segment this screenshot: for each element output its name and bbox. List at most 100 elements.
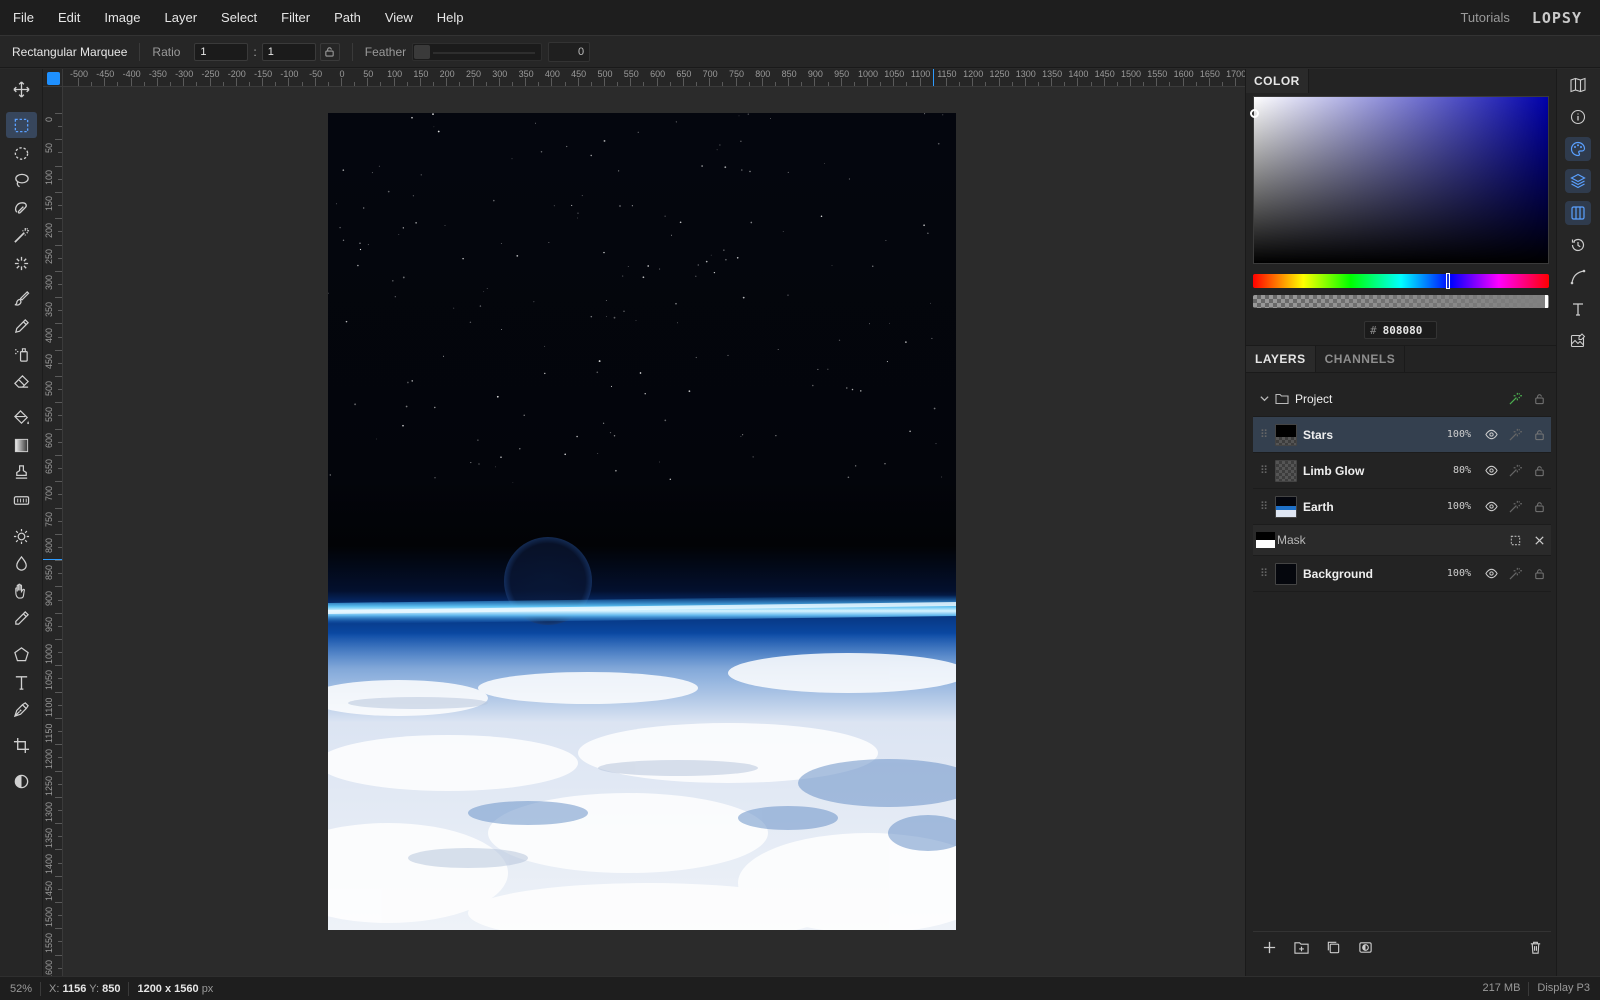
color-picker-tool[interactable] <box>6 605 37 631</box>
hex-value[interactable]: 808080 <box>1383 324 1423 337</box>
layer-opacity[interactable]: 100% <box>1435 568 1471 579</box>
hue-slider[interactable] <box>1253 273 1549 289</box>
dodge-tool[interactable] <box>6 523 37 549</box>
ratio-lock-button[interactable] <box>319 42 340 61</box>
layer-opacity[interactable]: 80% <box>1435 465 1471 476</box>
magic-wand-tool[interactable] <box>6 222 37 248</box>
spray-tool[interactable] <box>6 341 37 367</box>
effects-icon[interactable] <box>1503 459 1527 483</box>
tab-layers[interactable]: LAYERS <box>1246 346 1316 372</box>
delete-layer-button[interactable] <box>1519 934 1551 962</box>
alpha-slider[interactable] <box>1253 295 1549 308</box>
brush-tool[interactable] <box>6 285 37 311</box>
add-mask-button[interactable] <box>1349 934 1381 962</box>
smudge-tool[interactable] <box>6 578 37 604</box>
hue-slider-handle[interactable] <box>1446 273 1450 289</box>
ratio-height-input[interactable]: 1 <box>261 42 316 61</box>
eye-icon[interactable] <box>1479 562 1503 586</box>
move-tool[interactable] <box>6 76 37 102</box>
ruler-origin-marker[interactable] <box>47 72 60 85</box>
lock-icon[interactable] <box>1527 423 1551 447</box>
layer-opacity[interactable]: 100% <box>1435 501 1471 512</box>
menu-edit[interactable]: Edit <box>46 10 92 25</box>
paths-button[interactable] <box>1565 265 1591 289</box>
layer-name[interactable]: Background <box>1303 567 1435 581</box>
menu-file[interactable]: File <box>0 10 46 25</box>
eye-icon[interactable] <box>1479 495 1503 519</box>
layer-name[interactable]: Limb Glow <box>1303 464 1435 478</box>
ratio-width-input[interactable]: 1 <box>194 42 249 61</box>
drag-handle-icon[interactable]: ⠿ <box>1253 500 1275 513</box>
menu-help[interactable]: Help <box>425 10 476 25</box>
info-button[interactable] <box>1565 105 1591 129</box>
color-panel-button[interactable] <box>1565 137 1591 161</box>
healing-tool[interactable] <box>6 487 37 513</box>
clone-stamp-tool[interactable] <box>6 459 37 485</box>
lock-icon[interactable] <box>1527 459 1551 483</box>
menu-filter[interactable]: Filter <box>269 10 322 25</box>
pencil-tool[interactable] <box>6 313 37 339</box>
lock-icon[interactable] <box>1527 495 1551 519</box>
menu-path[interactable]: Path <box>322 10 373 25</box>
gradient-tool[interactable] <box>6 432 37 458</box>
tutorials-link[interactable]: Tutorials <box>1460 10 1509 25</box>
eye-icon[interactable] <box>1479 423 1503 447</box>
effects-icon[interactable] <box>1503 562 1527 586</box>
elliptical-marquee-tool[interactable] <box>6 140 37 166</box>
image-adjust-button[interactable] <box>1565 329 1591 353</box>
layers-panel-button[interactable] <box>1565 169 1591 193</box>
close-icon[interactable] <box>1527 528 1551 552</box>
effects-icon[interactable] <box>1503 495 1527 519</box>
eraser-tool[interactable] <box>6 368 37 394</box>
drag-handle-icon[interactable]: ⠿ <box>1253 464 1275 477</box>
pen-tool[interactable] <box>6 696 37 722</box>
effects-icon[interactable] <box>1503 387 1527 411</box>
eye-icon[interactable] <box>1479 459 1503 483</box>
contrast-tool[interactable] <box>6 768 37 794</box>
text-tool[interactable] <box>6 669 37 695</box>
layer-name[interactable]: Stars <box>1303 428 1435 442</box>
burn-tool[interactable] <box>6 550 37 576</box>
add-group-button[interactable] <box>1285 934 1317 962</box>
crop-tool[interactable] <box>6 732 37 758</box>
lock-icon[interactable] <box>1527 562 1551 586</box>
canvas-workspace[interactable] <box>63 87 1245 976</box>
duplicate-layer-button[interactable] <box>1317 934 1349 962</box>
layer-row-limb-glow[interactable]: ⠿ Limb Glow 80% <box>1253 453 1551 489</box>
tab-channels[interactable]: CHANNELS <box>1316 346 1406 372</box>
color-picker-handle[interactable] <box>1250 109 1259 118</box>
channels-panel-button[interactable] <box>1565 201 1591 225</box>
layer-name[interactable]: Earth <box>1303 500 1435 514</box>
navigator-button[interactable] <box>1565 73 1591 97</box>
mask-select-icon[interactable] <box>1503 528 1527 552</box>
zoom-level[interactable]: 52% <box>0 983 40 995</box>
layer-row-background[interactable]: ⠿ Background 100% <box>1253 556 1551 592</box>
drag-handle-icon[interactable]: ⠿ <box>1253 428 1275 441</box>
saturation-value-picker[interactable] <box>1250 96 1549 264</box>
document-canvas[interactable] <box>328 113 956 930</box>
history-button[interactable] <box>1565 233 1591 257</box>
layer-group-project[interactable]: Project <box>1253 381 1551 417</box>
effects-icon[interactable] <box>1503 423 1527 447</box>
menu-view[interactable]: View <box>373 10 425 25</box>
menu-layer[interactable]: Layer <box>153 10 210 25</box>
feather-slider[interactable] <box>412 42 543 61</box>
drag-handle-icon[interactable]: ⠿ <box>1253 567 1275 580</box>
hex-input[interactable]: # 808080 <box>1364 321 1437 339</box>
menu-image[interactable]: Image <box>92 10 152 25</box>
group-name[interactable]: Project <box>1295 392 1503 406</box>
layer-mask-row[interactable]: Mask <box>1253 525 1551 556</box>
chevron-down-icon[interactable] <box>1253 393 1275 404</box>
tab-color[interactable]: COLOR <box>1246 69 1309 93</box>
paint-bucket-tool[interactable] <box>6 404 37 430</box>
lock-icon[interactable] <box>1527 387 1551 411</box>
alpha-slider-handle[interactable] <box>1545 295 1548 308</box>
add-layer-button[interactable] <box>1253 934 1285 962</box>
lasso-tool[interactable] <box>6 167 37 193</box>
shape-tool[interactable] <box>6 641 37 667</box>
layer-opacity[interactable]: 100% <box>1435 429 1471 440</box>
magnetic-lasso-tool[interactable] <box>6 195 37 221</box>
feather-slider-handle[interactable] <box>414 44 431 59</box>
layer-row-earth[interactable]: ⠿ Earth 100% <box>1253 489 1551 525</box>
feather-value-input[interactable]: 0 <box>548 41 591 62</box>
